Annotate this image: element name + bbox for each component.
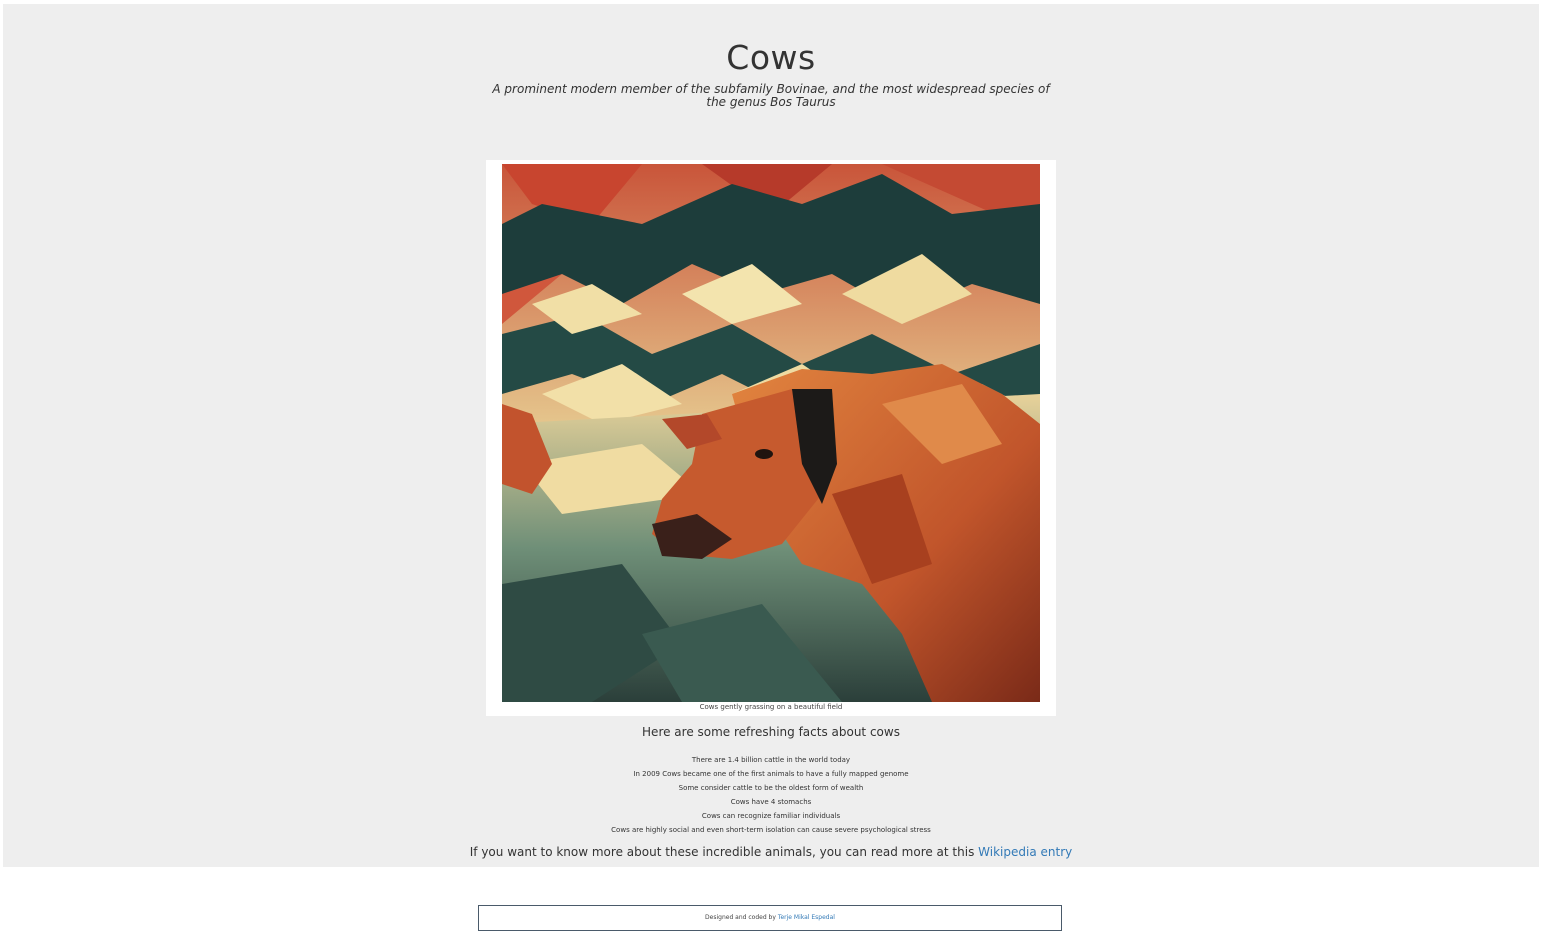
- fact-item: There are 1.4 billion cattle in the worl…: [691, 756, 851, 764]
- fact-item: Some consider cattle to be the oldest fo…: [678, 784, 864, 792]
- author-link[interactable]: Terje Mikal Espedal: [778, 914, 835, 921]
- page-title: Cows: [726, 38, 816, 77]
- fact-item: Cows can recognize familiar individuals: [701, 812, 841, 820]
- image-caption: Cows gently grassing on a beautiful fiel…: [699, 703, 843, 711]
- read-more-text: If you want to know more about these inc…: [3, 845, 1539, 859]
- wikipedia-link[interactable]: Wikipedia entry: [978, 845, 1072, 859]
- main-section: Cows A prominent modern member of the su…: [3, 4, 1539, 867]
- page-subtitle: A prominent modern member of the subfami…: [492, 82, 1050, 109]
- fact-item: In 2009 Cows became one of the first ani…: [633, 770, 909, 778]
- fact-item: Cows are highly social and even short-te…: [611, 826, 931, 834]
- facts-heading: Here are some refreshing facts about cow…: [642, 725, 900, 739]
- footer: Designed and coded by Terje Mikal Espeda…: [478, 905, 1062, 931]
- facts-list: There are 1.4 billion cattle in the worl…: [3, 753, 1539, 837]
- footer-credit-text: Designed and coded by: [705, 914, 778, 921]
- cow-painting-image: [502, 164, 1040, 702]
- fact-item: Cows have 4 stomachs: [730, 798, 812, 806]
- image-frame: Cows gently grassing on a beautiful fiel…: [486, 160, 1056, 716]
- read-more-label: If you want to know more about these inc…: [469, 845, 979, 859]
